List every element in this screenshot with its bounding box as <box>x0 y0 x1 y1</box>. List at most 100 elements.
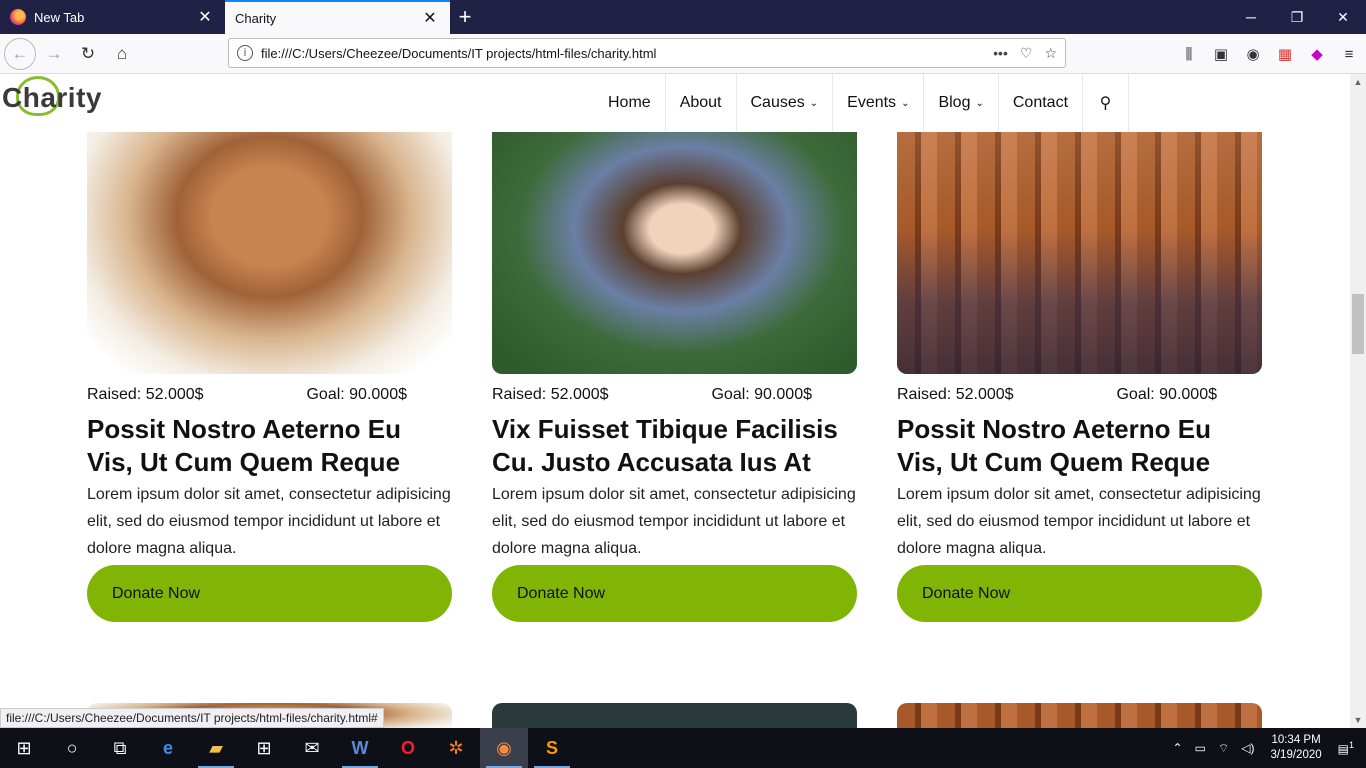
sublime-icon: S <box>545 737 558 758</box>
wifi-icon[interactable]: ⌔ <box>1218 741 1229 756</box>
chevron-down-icon: ⌄ <box>809 97 819 109</box>
start-button[interactable]: ⊞ <box>0 728 48 768</box>
toolbar-icons: ⫼ ▣ ◉ ▦ ◆ ≡ <box>1180 40 1358 68</box>
windows-logo-icon: ⊞ <box>16 737 32 758</box>
restore-button[interactable]: ❐ <box>1274 0 1320 34</box>
menu-item-events[interactable]: Events ⌄ <box>833 74 925 132</box>
notification-icon[interactable]: ▤1 <box>1338 740 1354 756</box>
cause-stats: Raised: 52.000$ Goal: 90.000$ <box>87 386 452 404</box>
tab-new-tab[interactable]: New Tab ✕ <box>0 0 225 34</box>
minimize-button[interactable]: ─ <box>1228 0 1274 34</box>
sidebar-icon[interactable]: ▣ <box>1212 40 1230 68</box>
menu-item-blog[interactable]: Blog ⌄ <box>924 74 999 132</box>
close-icon[interactable]: ✕ <box>420 8 440 28</box>
xampp-icon: ✲ <box>448 737 464 758</box>
cause-title[interactable]: Possit Nostro Aeterno Eu Vis, Ut Cum Que… <box>897 413 1262 479</box>
menu-item-contact[interactable]: Contact <box>999 74 1084 132</box>
site-logo[interactable]: Charity <box>2 76 102 116</box>
chevron-down-icon: ⌄ <box>975 97 984 109</box>
account-icon[interactable]: ◉ <box>1244 40 1262 68</box>
main-menu: Home About Causes ⌄ Events ⌄ Blog ⌄ Contact… <box>594 74 1130 132</box>
tab-title: New Tab <box>34 9 85 25</box>
tab-charity[interactable]: Charity ✕ <box>225 0 450 34</box>
reload-icon: ↻ <box>80 43 96 63</box>
cause-image <box>87 132 452 374</box>
sublime-taskbar-button[interactable]: S <box>528 728 576 768</box>
opera-icon: O <box>400 737 415 758</box>
menu-item-causes[interactable]: Causes ⌄ <box>737 74 834 132</box>
close-icon[interactable]: ✕ <box>195 7 215 27</box>
search-icon: ⚲ <box>1099 95 1112 112</box>
forward-button[interactable]: → <box>38 38 70 70</box>
menu-label: Causes <box>750 94 805 111</box>
bookmark-star-icon[interactable]: ☆ <box>1044 45 1057 62</box>
opera-taskbar-button[interactable]: O <box>384 728 432 768</box>
reload-button[interactable]: ↻ <box>72 38 104 70</box>
url-text: file:///C:/Users/Cheezee/Documents/IT pr… <box>261 45 657 61</box>
cortana-icon: ○ <box>66 737 78 758</box>
cause-title[interactable]: Possit Nostro Aeterno Eu Vis, Ut Cum Que… <box>87 413 452 479</box>
word-taskbar-button[interactable]: W <box>336 728 384 768</box>
scroll-down-icon[interactable]: ▼ <box>1350 712 1366 728</box>
edge-taskbar-button[interactable]: e <box>144 728 192 768</box>
arrow-right-icon: → <box>45 43 63 63</box>
clock[interactable]: 10:34 PM 3/19/2020 <box>1270 733 1321 763</box>
pocket-icon[interactable]: ♡ <box>1020 45 1033 62</box>
donate-button[interactable]: Donate Now <box>87 565 452 622</box>
arrow-left-icon: ← <box>11 43 29 63</box>
scroll-thumb[interactable] <box>1352 294 1364 354</box>
page-actions-icon[interactable]: ••• <box>993 45 1008 61</box>
battery-icon[interactable]: ▭ <box>1195 741 1206 755</box>
firefox-taskbar-button[interactable]: ◉ <box>480 728 528 768</box>
cause-stats: Raised: 52.000$ Goal: 90.000$ <box>897 386 1262 404</box>
link-status-bar: file:///C:/Users/Cheezee/Documents/IT pr… <box>0 708 384 728</box>
chevron-up-icon[interactable]: ⌃ <box>1173 741 1183 755</box>
task-view-button[interactable]: ⧉ <box>96 728 144 768</box>
info-icon[interactable]: i <box>237 45 253 61</box>
home-button[interactable]: ⌂ <box>106 38 138 70</box>
logo-text: Charity <box>2 82 102 113</box>
scroll-up-icon[interactable]: ▲ <box>1350 74 1366 90</box>
url-bar[interactable]: i file:///C:/Users/Cheezee/Documents/IT … <box>228 38 1066 68</box>
menu-label: Blog <box>938 94 971 111</box>
clock-date: 3/19/2020 <box>1270 749 1322 761</box>
word-icon: W <box>351 737 369 758</box>
donate-button[interactable]: Donate Now <box>492 565 857 622</box>
cause-title[interactable]: Vix Fuisset Tibique Facilisis Cu. Justo … <box>492 413 857 479</box>
search-button[interactable]: ⚲ <box>1083 74 1130 132</box>
site-header: Charity Home About Causes ⌄ Events ⌄ Blog ⌄… <box>0 74 1350 132</box>
raised-amount: Raised: 52.000$ <box>87 386 204 403</box>
store-taskbar-button[interactable]: ⊞ <box>240 728 288 768</box>
cause-description: Lorem ipsum dolor sit amet, consectetur … <box>87 486 451 557</box>
goal-amount: Goal: 90.000$ <box>1116 386 1217 403</box>
menu-label: About <box>679 94 722 111</box>
back-button[interactable]: ← <box>4 37 36 70</box>
task-view-icon: ⧉ <box>113 737 127 758</box>
new-tab-button[interactable]: + <box>450 0 480 34</box>
page-scrollbar[interactable]: ▲ ▼ <box>1350 74 1366 728</box>
library-icon[interactable]: ⫼ <box>1180 40 1198 68</box>
raised-amount: Raised: 52.000$ <box>897 386 1014 403</box>
close-window-button[interactable]: ✕ <box>1320 0 1366 34</box>
windows-taskbar: ⊞ ○ ⧉ e ▰ ⊞ ✉ W O ✲ ◉ S ⌃ ▭ ⌔ ◁) 10:34 P… <box>0 728 1366 768</box>
tab-title: Charity <box>235 10 277 26</box>
goal-amount: Goal: 90.000$ <box>711 386 812 403</box>
menu-item-about[interactable]: About <box>666 74 737 132</box>
donate-button[interactable]: Donate Now <box>897 565 1262 622</box>
system-tray: ⌃ ▭ ⌔ ◁) 10:34 PM 3/19/2020 ▤1 <box>1167 728 1366 768</box>
window-controls: ─ ❐ ✕ <box>1228 0 1366 34</box>
extension-color-icon[interactable]: ◆ <box>1308 40 1326 68</box>
file-explorer-taskbar-button[interactable]: ▰ <box>192 728 240 768</box>
search-button[interactable]: ○ <box>48 728 96 768</box>
browser-tab-bar: New Tab ✕ Charity ✕ + ─ ❐ ✕ <box>0 0 1366 34</box>
cause-card: Raised: 52.000$ Goal: 90.000$ Possit Nos… <box>897 132 1262 622</box>
cause-description: Lorem ipsum dolor sit amet, consectetur … <box>492 486 856 557</box>
firefox-icon <box>10 9 26 25</box>
mail-taskbar-button[interactable]: ✉ <box>288 728 336 768</box>
menu-icon[interactable]: ≡ <box>1340 40 1358 68</box>
volume-icon[interactable]: ◁) <box>1241 741 1254 755</box>
extension-icon[interactable]: ▦ <box>1276 40 1294 68</box>
xampp-taskbar-button[interactable]: ✲ <box>432 728 480 768</box>
menu-item-home[interactable]: Home <box>594 74 666 132</box>
cause-card: Raised: 52.000$ Goal: 90.000$ Vix Fuisse… <box>492 132 857 622</box>
